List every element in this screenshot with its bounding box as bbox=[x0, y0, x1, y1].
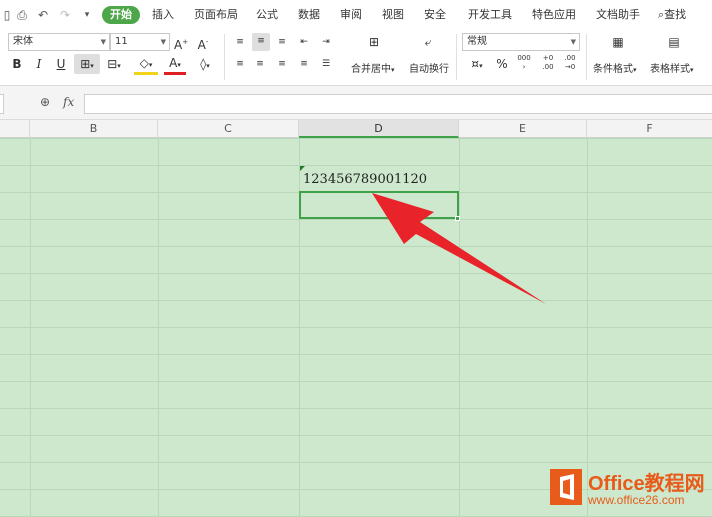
italic-icon[interactable]: I bbox=[32, 56, 46, 72]
watermark-logo: Office教程网 www.office26.com bbox=[548, 465, 708, 513]
underline-icon[interactable]: U bbox=[54, 56, 68, 72]
table-style-icon[interactable]: ▤ bbox=[664, 34, 684, 50]
sheet-grid[interactable]: 123456789001120 Office教程网 www.office26.c… bbox=[0, 138, 712, 517]
tab-security[interactable]: 安全 bbox=[424, 8, 446, 22]
name-box[interactable] bbox=[0, 94, 4, 114]
search-label: 查找 bbox=[664, 8, 687, 21]
table-style-button[interactable]: 表格样式▾ bbox=[650, 60, 694, 75]
font-color-icon[interactable]: A▾ bbox=[164, 56, 186, 75]
increase-font-icon[interactable]: A+ bbox=[174, 34, 188, 53]
currency-icon[interactable]: ¤▾ bbox=[466, 56, 488, 74]
tab-doc-assistant[interactable]: 文档助手 bbox=[596, 8, 640, 22]
decrease-indent-icon[interactable]: ⇤ bbox=[296, 34, 312, 50]
insert-function-button[interactable]: fx bbox=[63, 95, 74, 109]
align-right-icon[interactable]: ≡ bbox=[274, 56, 290, 72]
decrease-font-icon[interactable]: A- bbox=[196, 34, 210, 53]
column-header-bar: B C D E F bbox=[0, 120, 712, 138]
tab-insert[interactable]: 插入 bbox=[152, 8, 174, 22]
column-header-a[interactable] bbox=[0, 120, 30, 138]
chevron-down-icon: ▼ bbox=[100, 38, 106, 46]
borders-icon[interactable]: ⊞▾ bbox=[74, 54, 100, 74]
column-header-b[interactable]: B bbox=[30, 120, 158, 138]
office-logo-icon bbox=[550, 469, 582, 505]
formula-input[interactable] bbox=[84, 94, 712, 114]
ribbon-divider bbox=[456, 34, 457, 80]
merge-center-button[interactable]: 合并居中▾ bbox=[351, 60, 395, 75]
ribbon-divider bbox=[586, 34, 587, 80]
align-top-icon[interactable]: ≡ bbox=[232, 34, 248, 50]
font-size-select[interactable]: 11 ▼ bbox=[110, 33, 170, 51]
wrap-text-icon[interactable]: ⤶ bbox=[418, 34, 438, 50]
number-format-value: 常规 bbox=[467, 36, 487, 47]
column-header-e[interactable]: E bbox=[459, 120, 587, 138]
font-name-select[interactable]: 宋体 ▼ bbox=[8, 33, 110, 51]
tab-data[interactable]: 数据 bbox=[298, 8, 320, 22]
annotation-arrow bbox=[372, 193, 546, 304]
align-middle-icon[interactable]: ≡ bbox=[252, 33, 270, 51]
conditional-format-icon[interactable]: ▦ bbox=[608, 34, 628, 50]
search-button[interactable]: ⌕查找 bbox=[658, 8, 686, 22]
justify-icon[interactable]: ≡ bbox=[296, 56, 312, 72]
redo-icon[interactable]: ↷ bbox=[58, 8, 72, 22]
chevron-down-icon: ▼ bbox=[160, 38, 166, 46]
increase-indent-icon[interactable]: ⇥ bbox=[318, 34, 334, 50]
align-left-icon[interactable]: ≡ bbox=[232, 56, 248, 72]
merge-center-label: 合并居中 bbox=[351, 64, 391, 75]
logo-url: www.office26.com bbox=[588, 493, 685, 507]
font-size-value: 11 bbox=[115, 36, 128, 47]
tab-view[interactable]: 视图 bbox=[382, 8, 404, 22]
menu-bar: ▯ ⎙ ↶ ↷ ▾ 开始 插入 页面布局 公式 数据 审阅 视图 安全 开发工具… bbox=[0, 0, 712, 30]
tab-page-layout[interactable]: 页面布局 bbox=[194, 8, 238, 22]
clear-format-icon[interactable]: ◊▾ bbox=[194, 56, 216, 74]
increase-decimal-icon[interactable]: +0 .00 bbox=[539, 54, 557, 72]
tab-formulas[interactable]: 公式 bbox=[256, 8, 278, 22]
fill-color-icon[interactable]: ◇▾ bbox=[134, 56, 158, 75]
distributed-icon[interactable]: ☰ bbox=[318, 56, 334, 72]
cell-style-icon[interactable]: ⊟▾ bbox=[104, 56, 124, 74]
ribbon-divider bbox=[224, 34, 225, 80]
decrease-decimal-icon[interactable]: .00 →0 bbox=[561, 54, 579, 72]
formula-bar: ⊕ fx bbox=[0, 86, 712, 120]
font-name-value: 宋体 bbox=[13, 36, 33, 47]
wrap-text-button[interactable]: 自动换行 bbox=[409, 60, 449, 75]
conditional-format-button[interactable]: 条件格式▾ bbox=[593, 60, 637, 75]
align-bottom-icon[interactable]: ≡ bbox=[274, 34, 290, 50]
bold-icon[interactable]: B bbox=[10, 56, 24, 72]
print-preview-icon[interactable]: ⎙ bbox=[15, 8, 29, 22]
customize-qat-icon[interactable]: ▾ bbox=[80, 8, 94, 22]
tab-developer[interactable]: 开发工具 bbox=[468, 8, 512, 22]
number-format-select[interactable]: 常规 ▼ bbox=[462, 33, 580, 51]
save-icon[interactable]: ▯ bbox=[0, 8, 14, 22]
column-header-d[interactable]: D bbox=[299, 120, 459, 138]
zoom-formula-icon[interactable]: ⊕ bbox=[40, 95, 50, 109]
percent-button[interactable]: % bbox=[495, 56, 509, 72]
undo-icon[interactable]: ↶ bbox=[36, 8, 50, 22]
align-center-icon[interactable]: ≡ bbox=[252, 56, 268, 72]
thousands-separator-icon[interactable]: 000 › bbox=[515, 54, 533, 72]
merge-center-icon[interactable]: ⊞ bbox=[364, 34, 384, 50]
logo-text: Office教程网 bbox=[588, 473, 705, 495]
chevron-down-icon: ▼ bbox=[570, 38, 576, 46]
column-header-c[interactable]: C bbox=[158, 120, 299, 138]
tab-special-apps[interactable]: 特色应用 bbox=[532, 8, 576, 22]
tab-review[interactable]: 审阅 bbox=[340, 8, 362, 22]
column-header-f[interactable]: F bbox=[587, 120, 712, 138]
tab-home[interactable]: 开始 bbox=[102, 6, 140, 24]
